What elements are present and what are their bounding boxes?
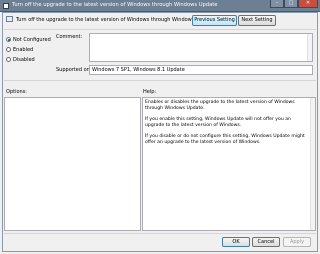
comment-scrollbar[interactable] <box>307 34 312 61</box>
next-setting-button[interactable]: Next Setting <box>238 15 276 26</box>
policy-setting-icon <box>6 16 13 22</box>
help-paragraph: If you disable or do not configure this … <box>145 134 305 145</box>
radio-label: Not Configured <box>13 37 51 43</box>
section-divider <box>4 80 316 81</box>
apply-button[interactable]: Apply <box>283 237 311 247</box>
help-paragraph: If you enable this setting, Windows Upda… <box>145 117 291 128</box>
comment-label: Comment: <box>56 34 83 40</box>
radio-indicator <box>6 57 11 62</box>
close-button[interactable]: ✕ <box>298 0 318 8</box>
help-label: Help: <box>143 89 157 95</box>
help-paragraph: Enables or disables the upgrade to the l… <box>145 100 295 111</box>
supported-on-value: Windows 7 SP1, Windows 8.1 Update <box>89 65 313 75</box>
previous-setting-button[interactable]: Previous Setting <box>192 15 237 26</box>
cancel-button[interactable]: Cancel <box>252 237 280 247</box>
help-text: Enables or disables the upgrade to the l… <box>145 100 305 151</box>
radio-indicator-selected <box>6 37 11 42</box>
options-label: Options: <box>6 89 27 95</box>
options-pane <box>4 97 141 231</box>
window-title: Turn off the upgrade to the latest versi… <box>12 2 218 8</box>
header-divider <box>4 29 316 30</box>
policy-app-icon <box>3 3 9 9</box>
supported-on-label: Supported on: <box>56 67 92 73</box>
radio-label: Disabled <box>13 57 35 63</box>
policy-title: Turn off the upgrade to the latest versi… <box>16 17 215 23</box>
radio-disabled[interactable]: Disabled <box>6 57 35 63</box>
radio-indicator <box>6 47 11 52</box>
help-scrollbar[interactable] <box>310 98 315 230</box>
footer-divider <box>4 233 316 234</box>
maximize-button[interactable]: □ <box>284 0 298 8</box>
comment-textarea[interactable] <box>89 33 313 62</box>
radio-label: Enabled <box>13 47 34 53</box>
radio-not-configured[interactable]: Not Configured <box>6 37 51 43</box>
radio-enabled[interactable]: Enabled <box>6 47 33 53</box>
ok-button[interactable]: OK <box>222 237 250 247</box>
minimize-button[interactable]: – <box>270 0 284 8</box>
